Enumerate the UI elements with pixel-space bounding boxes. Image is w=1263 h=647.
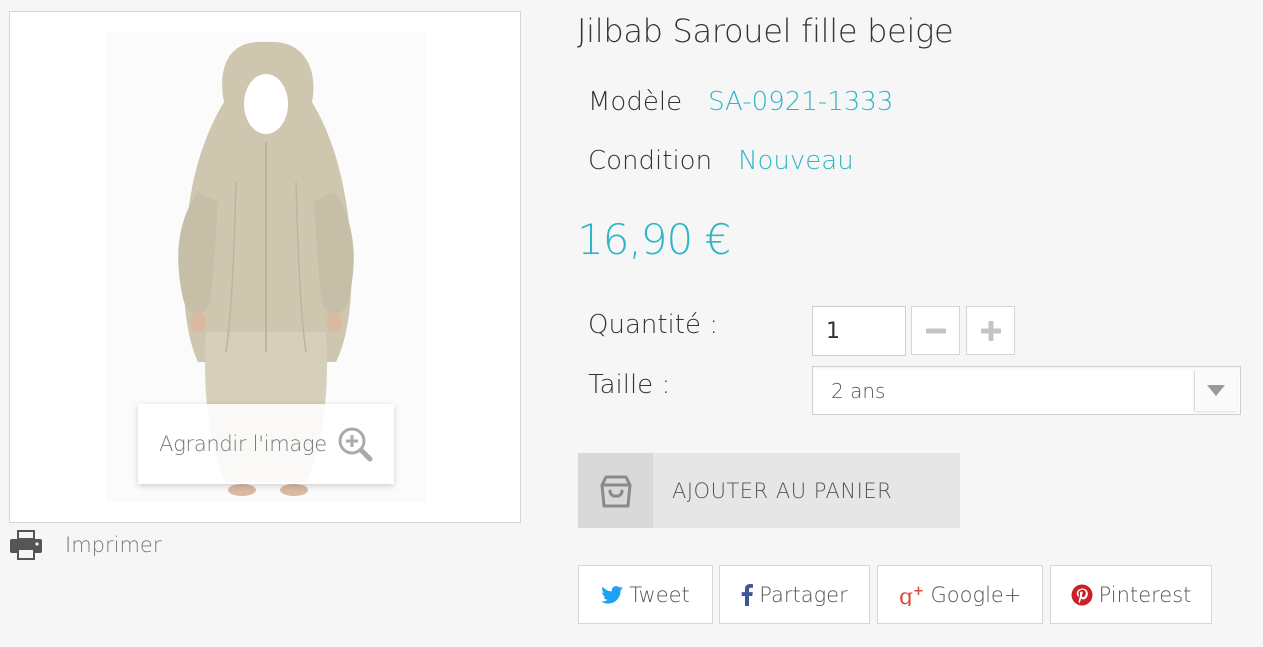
condition-value: Nouveau (738, 146, 854, 176)
quantity-increase-button[interactable] (966, 306, 1015, 355)
add-to-cart-label: AJOUTER AU PANIER (672, 478, 893, 503)
model-row: Modèle SA-0921-1333 (588, 87, 893, 117)
pinterest-icon (1071, 584, 1093, 605)
zoom-image-label: Agrandir l'image (159, 432, 327, 456)
size-select[interactable]: 2 ans (812, 366, 1241, 415)
model-label: Modèle (588, 87, 683, 117)
plus-icon (980, 320, 1001, 341)
quantity-decrease-button[interactable] (911, 306, 960, 355)
svg-text:g: g (899, 585, 913, 606)
size-dropdown-toggle[interactable] (1194, 370, 1237, 411)
size-label: Taille : (588, 370, 671, 400)
partager-label: Partager (759, 582, 848, 607)
google-plus-button[interactable]: g + Google+ (877, 565, 1043, 624)
print-label: Imprimer (65, 533, 162, 557)
product-price: 16,90 € (577, 215, 731, 264)
printer-icon (10, 530, 42, 560)
facebook-icon (741, 583, 754, 606)
google-plus-icon: g + (899, 584, 924, 606)
twitter-icon (601, 585, 623, 604)
pinterest-label: Pinterest (1098, 582, 1192, 607)
product-title: Jilbab Sarouel fille beige (577, 12, 954, 50)
zoom-image-button[interactable]: Agrandir l'image (138, 404, 394, 484)
quantity-input[interactable] (812, 306, 906, 356)
print-link[interactable]: Imprimer (9, 525, 161, 565)
condition-label: Condition (588, 146, 713, 176)
model-value: SA-0921-1333 (708, 87, 894, 117)
google-plus-label: Google+ (930, 582, 1022, 607)
tweet-label: Tweet (629, 582, 690, 607)
facebook-share-button[interactable]: Partager (719, 565, 870, 624)
tweet-button[interactable]: Tweet (578, 565, 713, 624)
product-page: Agrandir l'image Imprimer Jilbab Sarouel… (0, 0, 1263, 647)
product-image-container[interactable]: Agrandir l'image (9, 11, 521, 523)
chevron-down-icon (1207, 384, 1225, 396)
quantity-label: Quantité : (588, 310, 718, 340)
condition-row: Condition Nouveau (588, 146, 854, 176)
pinterest-button[interactable]: Pinterest (1050, 565, 1212, 624)
minus-icon (925, 328, 946, 333)
shopping-bag-icon (600, 475, 631, 507)
svg-text:+: + (913, 584, 924, 599)
add-to-cart-button[interactable]: AJOUTER AU PANIER (578, 453, 960, 528)
magnifier-plus-icon (338, 427, 373, 462)
size-selected-value: 2 ans (831, 379, 886, 403)
cart-icon-container (578, 453, 653, 528)
